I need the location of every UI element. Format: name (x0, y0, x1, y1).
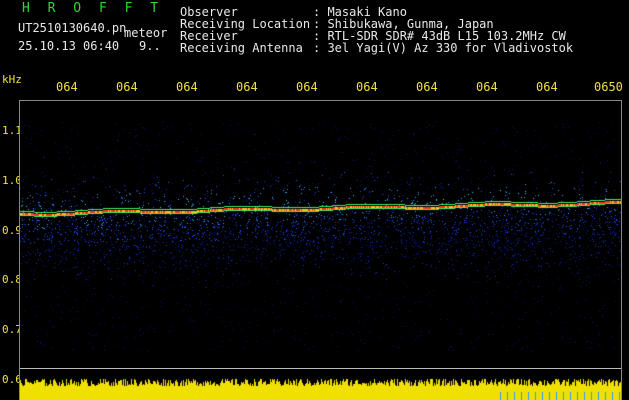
time-tick: 064 (416, 80, 438, 94)
antenna-label: Receiving Antenna (180, 41, 303, 55)
time-tick: 0650 (594, 80, 623, 94)
spectrogram-canvas (20, 102, 621, 400)
time-tick: 064 (56, 80, 78, 94)
plot-frame-top (19, 100, 622, 101)
level-baseline (20, 368, 621, 369)
time-tick: 064 (536, 80, 558, 94)
time-tick: 064 (116, 80, 138, 94)
time-tick: 064 (476, 80, 498, 94)
file-name: UT2510130640.pn (18, 21, 127, 35)
app-title: H R O F F T (22, 1, 164, 16)
time-tick: 064 (356, 80, 378, 94)
meteor-label: meteor (124, 26, 168, 40)
time-tick: 064 (296, 80, 318, 94)
plot-frame-right (621, 100, 622, 400)
meteor-count: 9.. (139, 39, 161, 53)
antenna-value: : 3el Yagi(V) Az 330 for Vladivostok (313, 41, 574, 55)
axis-unit-label: kHz (2, 73, 22, 86)
date-time: 25.10.13 06:40 (18, 39, 120, 53)
plot-frame-left (19, 100, 20, 400)
time-tick: 064 (236, 80, 258, 94)
time-tick: 064 (176, 80, 198, 94)
